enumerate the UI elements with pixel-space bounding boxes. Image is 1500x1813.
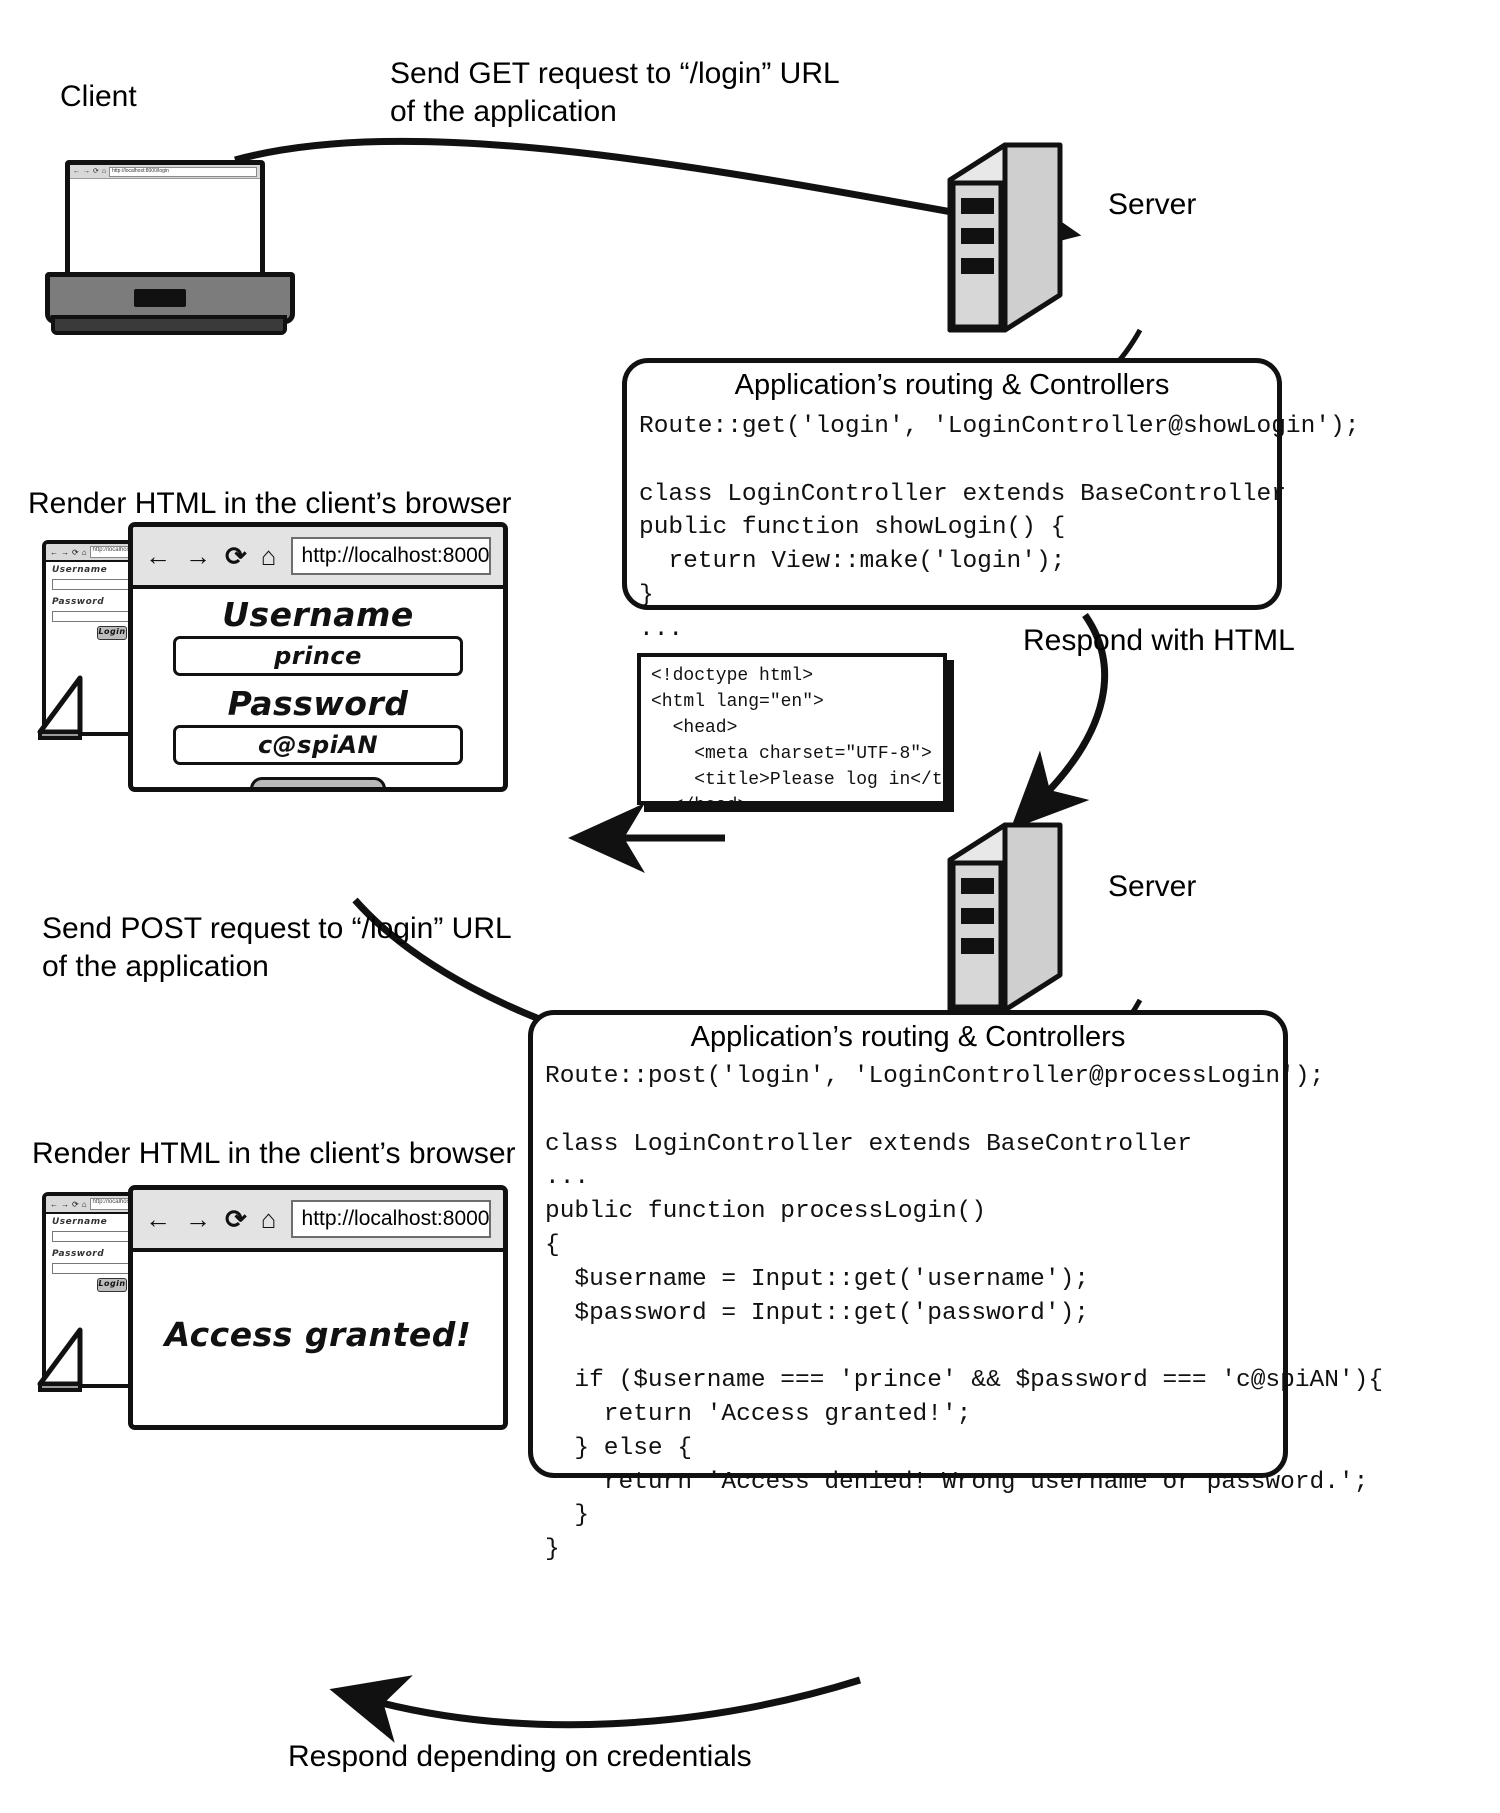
routing-panel-post: Application’s routing & Controllers Rout…	[528, 1010, 1383, 1563]
ghost-login-button-2: Login	[97, 1278, 127, 1292]
arrow-get-request	[234, 137, 1082, 257]
arrow-right-icon: →	[83, 168, 90, 175]
password-value: c@spiAN	[257, 731, 379, 759]
result-page-body: Access granted!	[133, 1252, 503, 1417]
home-icon: ⌂	[81, 1199, 87, 1209]
arrow-right-icon: →	[61, 1199, 69, 1209]
arrow-left-icon: ←	[50, 1199, 58, 1209]
browser-window-result[interactable]: ← → ⟳ ⌂ http://localhost:8000/login Acce…	[128, 1185, 508, 1430]
server-bottom	[945, 820, 1095, 1015]
laptop-foot	[51, 315, 287, 335]
reload-icon: ⟳	[72, 547, 79, 557]
home-icon[interactable]: ⌂	[261, 543, 277, 569]
login-page-body: Username prince Password c@spiAN Login	[133, 589, 503, 787]
browser-window-login[interactable]: ← → ⟳ ⌂ http://localhost:8000/login User…	[128, 522, 508, 792]
respond-credentials-label: Respond depending on credentials	[288, 1740, 752, 1773]
routing-panel-title-get: Application’s routing & Controllers	[734, 369, 1170, 401]
server-bottom-label: Server	[1108, 870, 1197, 903]
browser-toolbar-login: ← → ⟳ ⌂ http://localhost:8000/login	[133, 527, 503, 589]
client-laptop: ← → ⟳ ⌂ http://localhost:8000/login	[45, 160, 295, 340]
username-field[interactable]: prince	[173, 636, 463, 676]
routing-panel-get: Application’s routing & Controllers Rout…	[622, 358, 1359, 643]
laptop-screen: ← → ⟳ ⌂ http://localhost:8000/login	[65, 160, 265, 280]
arrow-right-icon[interactable]: →	[185, 1206, 211, 1232]
home-icon[interactable]: ⌂	[261, 1206, 277, 1232]
home-icon: ⌂	[101, 168, 107, 175]
arrow-right-icon[interactable]: →	[185, 543, 211, 569]
reload-icon: ⟳	[93, 168, 99, 175]
get-request-label: Send GET request to “/login” URL of the …	[390, 57, 840, 128]
arrow-left-icon[interactable]: ←	[145, 543, 171, 569]
routing-panel-title-post: Application’s routing & Controllers	[690, 1021, 1126, 1053]
username-label: Username	[222, 595, 414, 634]
password-label: Password	[227, 684, 409, 723]
username-value: prince	[274, 642, 362, 670]
code-get: Route::get('login', 'LoginController@sho…	[639, 413, 1360, 643]
post-request-label: Send POST request to “/login” URL of the…	[42, 912, 512, 983]
ghost-window-fold-1	[37, 675, 83, 740]
code-post: Route::post('login', 'LoginController@pr…	[545, 1063, 1384, 1564]
home-icon: ⌂	[81, 547, 87, 557]
laptop-url-bar: http://localhost:8000/login	[109, 166, 257, 177]
client-label: Client	[60, 80, 137, 113]
url-input-result[interactable]: http://localhost:8000/login	[290, 1200, 491, 1238]
arrow-right-icon: →	[61, 547, 69, 557]
server-top-graphic	[947, 142, 1063, 333]
arrow-left-icon: ←	[50, 547, 58, 557]
render-html-label-1: Render HTML in the client’s browser	[28, 487, 512, 520]
arrow-left-icon[interactable]: ←	[145, 1206, 171, 1232]
access-granted-message: Access granted!	[164, 1315, 472, 1354]
reload-icon[interactable]: ⟳	[225, 543, 247, 569]
arrow-respond-credentials	[329, 1675, 862, 1743]
password-field[interactable]: c@spiAN	[173, 725, 463, 765]
browser-toolbar-result: ← → ⟳ ⌂ http://localhost:8000/login	[133, 1190, 503, 1252]
ghost-window-fold-2	[37, 1327, 83, 1392]
arrow-left-icon: ←	[73, 168, 80, 175]
ghost-login-button-1: Login	[97, 626, 127, 640]
reload-icon: ⟳	[72, 1199, 79, 1209]
code-html: <!doctype html> <html lang="en"> <head> …	[651, 666, 943, 801]
url-input-login[interactable]: http://localhost:8000/login	[290, 537, 491, 575]
login-button[interactable]: Login	[250, 777, 386, 787]
html-response-box: <!doctype html> <html lang="en"> <head> …	[637, 653, 947, 805]
render-html-label-2: Render HTML in the client’s browser	[32, 1137, 516, 1170]
respond-with-html-label: Respond with HTML	[1023, 624, 1295, 657]
server-top-label: Server	[1108, 188, 1197, 221]
laptop-browser-toolbar: ← → ⟳ ⌂ http://localhost:8000/login	[70, 165, 260, 179]
server-top	[945, 140, 1095, 335]
server-bottom-graphic	[947, 822, 1063, 1013]
laptop-trackpad	[134, 289, 186, 307]
reload-icon[interactable]: ⟳	[225, 1206, 247, 1232]
